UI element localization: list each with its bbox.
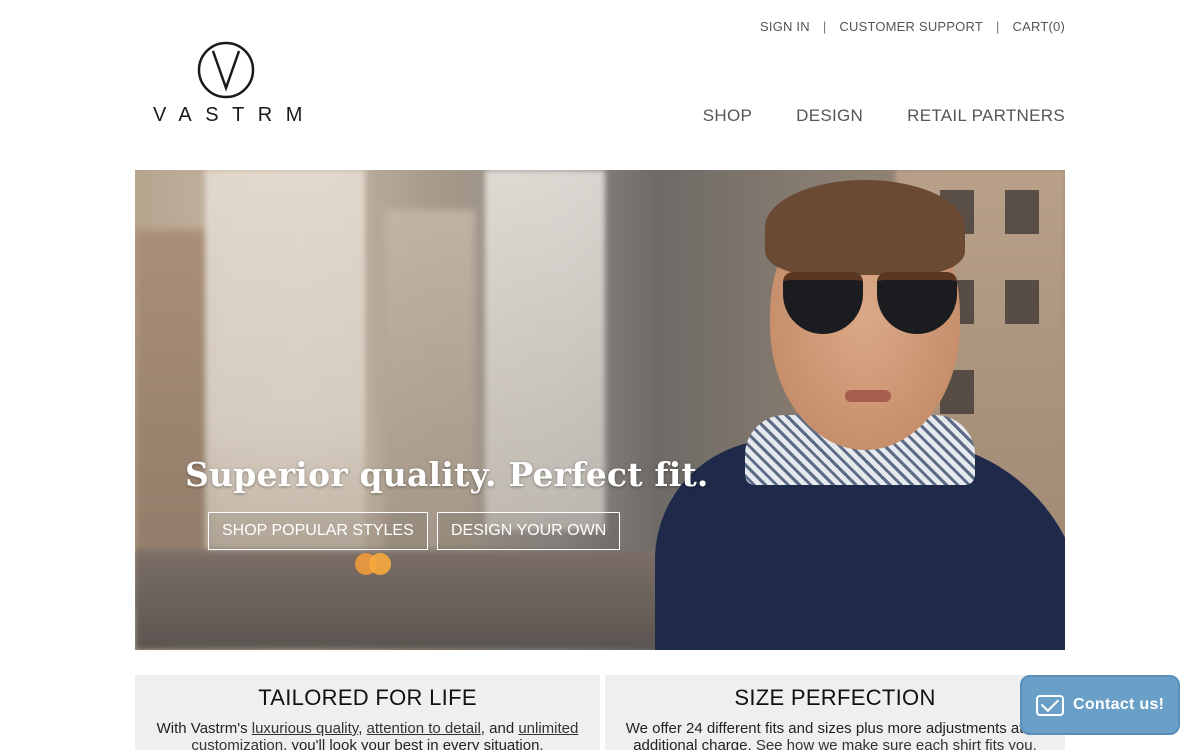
design-your-own-button[interactable]: DESIGN YOUR OWN <box>437 512 621 550</box>
attention-to-detail-link[interactable]: attention to detail <box>367 720 481 737</box>
nav-design[interactable]: DESIGN <box>796 106 863 126</box>
feature-text-part: With Vastrm's <box>156 720 252 737</box>
sign-in-link[interactable]: SIGN IN <box>760 19 810 34</box>
feature-text-part: , and <box>480 720 519 737</box>
feature-title: TAILORED FOR LIFE <box>258 685 477 710</box>
hero-model-image <box>655 170 1065 650</box>
logo-wordmark: VASTRM <box>153 104 316 126</box>
see-how-fit-link[interactable]: See how we make sure each shirt fits you… <box>756 737 1037 750</box>
envelope-icon <box>1036 694 1064 716</box>
utility-nav: SIGN IN | CUSTOMER SUPPORT | CART(0) <box>760 19 1065 34</box>
model-mouth <box>845 390 891 402</box>
feature-text-part: , you'll look your best in every situati… <box>283 737 544 750</box>
separator: | <box>822 19 827 34</box>
main-nav: SHOP DESIGN RETAIL PARTNERS <box>703 106 1065 126</box>
separator: | <box>995 19 1000 34</box>
shop-popular-styles-button[interactable]: SHOP POPULAR STYLES <box>208 512 428 550</box>
feature-size-perfection: SIZE PERFECTION We offer 24 different fi… <box>605 675 1065 750</box>
carousel-dot[interactable] <box>369 553 391 575</box>
hero-banner: Superior quality. Perfect fit. SHOP POPU… <box>135 170 1065 650</box>
hero-headline: Superior quality. Perfect fit. <box>185 455 709 494</box>
customer-support-link[interactable]: CUSTOMER SUPPORT <box>839 19 983 34</box>
feature-title: SIZE PERFECTION <box>734 685 936 710</box>
carousel-indicator[interactable] <box>355 553 391 575</box>
feature-text: We offer 24 different fits and sizes plu… <box>605 720 1065 750</box>
feature-tailored-for-life: TAILORED FOR LIFE With Vastrm's luxuriou… <box>135 675 600 750</box>
nav-retail-partners[interactable]: RETAIL PARTNERS <box>907 106 1065 126</box>
v-circle-logo-icon <box>197 41 255 99</box>
cart-link[interactable]: CART(0) <box>1013 19 1065 34</box>
contact-us-button[interactable]: Contact us! <box>1020 675 1180 735</box>
nav-shop[interactable]: SHOP <box>703 106 752 126</box>
luxurious-quality-link[interactable]: luxurious quality <box>252 720 358 737</box>
model-hair <box>765 180 965 275</box>
contact-us-label: Contact us! <box>1073 696 1165 713</box>
feature-text-part: , <box>358 720 367 737</box>
vastrm-logo[interactable]: VASTRM <box>150 38 302 130</box>
feature-text: With Vastrm's luxurious quality, attenti… <box>135 720 600 750</box>
